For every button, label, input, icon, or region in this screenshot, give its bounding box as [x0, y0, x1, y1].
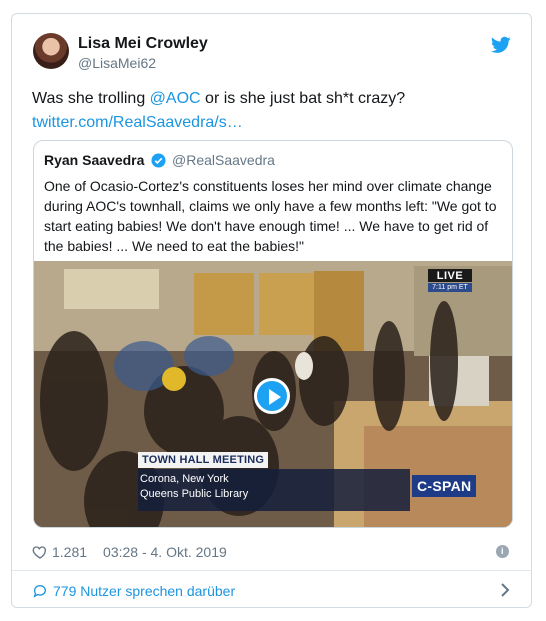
play-button[interactable] [254, 378, 290, 414]
like-count[interactable]: 1.281 [52, 544, 87, 560]
quoted-tweet[interactable]: Ryan Saavedra @RealSaavedra One of Ocasi… [33, 140, 513, 528]
chyron-venue: Queens Public Library [140, 488, 249, 500]
conversation-link[interactable]: 779 Nutzer sprechen darüber [32, 581, 235, 601]
play-icon [269, 389, 281, 405]
quoted-author-handle[interactable]: @RealSaavedra [172, 152, 275, 168]
author-name[interactable]: Lisa Mei Crowley [78, 35, 208, 53]
author-handle[interactable]: @LisaMei62 [78, 55, 156, 71]
avatar[interactable] [33, 33, 69, 69]
tweet-meta: 1.281 03:28 - 4. Okt. 2019 [32, 542, 227, 562]
comment-bubble-icon [33, 585, 46, 598]
live-label: LIVE [428, 269, 472, 282]
chevron-right-icon[interactable] [499, 582, 511, 598]
twitter-bird-icon[interactable] [491, 36, 511, 54]
quoted-tweet-text: One of Ocasio-Cortez's constituents lose… [44, 178, 497, 254]
tweet-text: Was she trolling @AOC or is she just bat… [32, 87, 512, 135]
tweet-card: Lisa Mei Crowley @LisaMei62 Was she trol… [11, 13, 532, 608]
tweet-text-part: Was she trolling [32, 90, 150, 107]
heart-icon[interactable] [32, 544, 48, 560]
info-icon[interactable]: i [496, 545, 509, 558]
divider [12, 570, 531, 571]
live-time: 7:11 pm ET [428, 283, 472, 292]
chyron-location: Corona, New York [140, 473, 229, 485]
tweet-url-link[interactable]: twitter.com/RealSaavedra/s… [32, 111, 512, 135]
verified-badge-icon [151, 153, 166, 168]
network-logo: C-SPAN [412, 475, 477, 497]
quoted-author-name[interactable]: Ryan Saavedra [44, 152, 144, 168]
mention-link[interactable]: @AOC [150, 90, 201, 107]
timestamp[interactable]: 03:28 - 4. Okt. 2019 [103, 544, 227, 560]
video-player[interactable]: LIVE 7:11 pm ET TOWN HALL MEETING Corona… [34, 261, 512, 527]
conversation-count[interactable]: 779 Nutzer sprechen darüber [53, 583, 235, 599]
tweet-text-part: or is she just bat sh*t crazy? [200, 90, 406, 107]
chyron-title: TOWN HALL MEETING [138, 452, 269, 468]
